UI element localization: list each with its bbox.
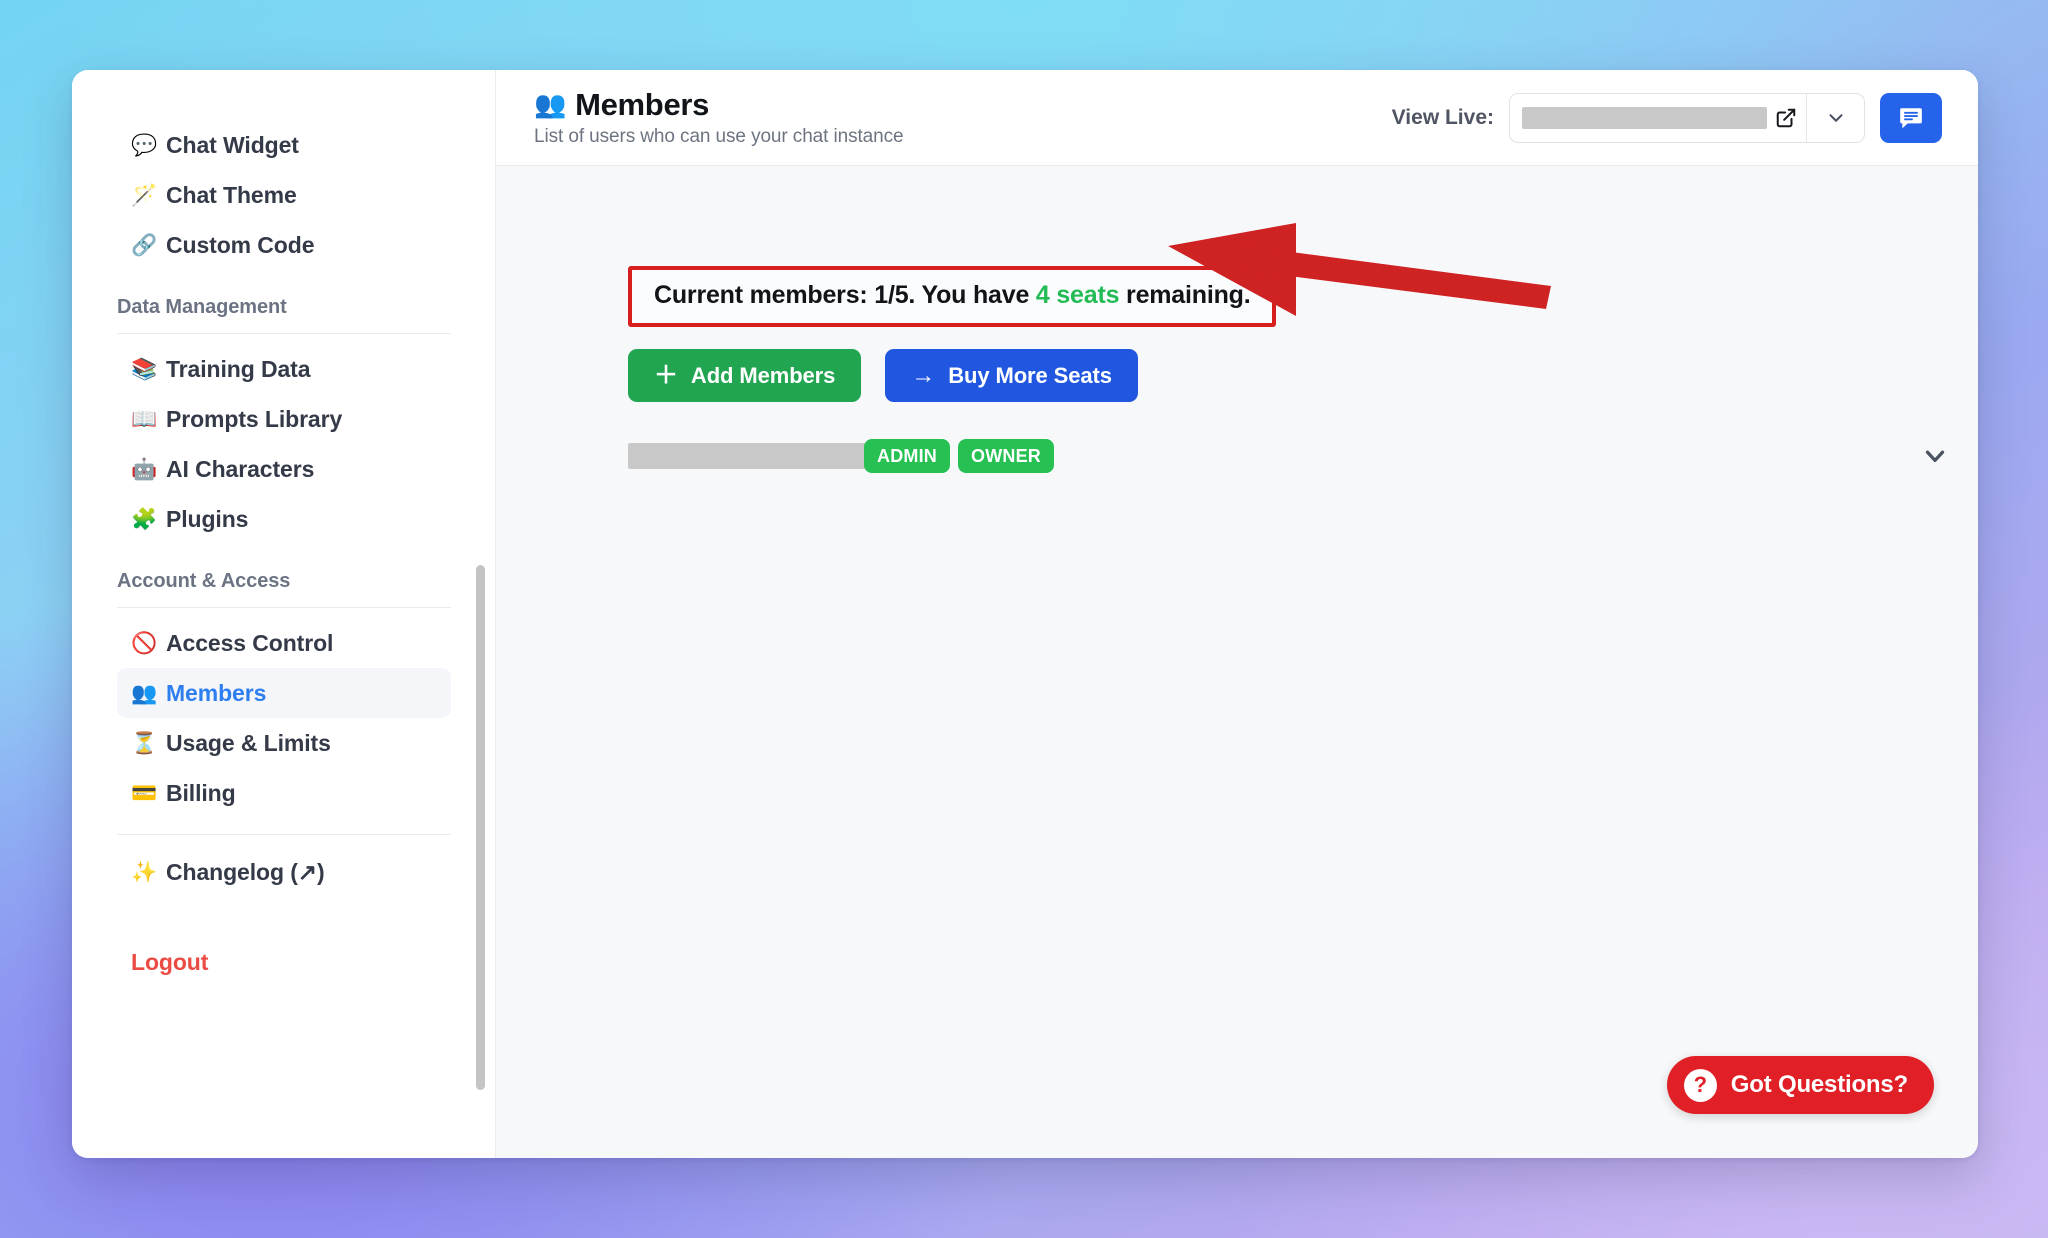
prohibited-icon: 🚫 bbox=[131, 631, 158, 655]
credit-card-icon: 💳 bbox=[131, 781, 158, 805]
hourglass-icon: ⏳ bbox=[131, 731, 158, 755]
sidebar-group-title-account-access: Account & Access bbox=[117, 570, 291, 592]
got-questions-label: Got Questions? bbox=[1730, 1071, 1908, 1098]
sidebar-scrollbar-thumb[interactable] bbox=[476, 565, 485, 1090]
page-title-text: Members bbox=[575, 86, 710, 122]
sidebar-item-chat-theme[interactable]: 🪄 Chat Theme bbox=[117, 170, 451, 220]
members-content: Current members: 1/5. You have 4 seats r… bbox=[496, 166, 1978, 1158]
sidebar-item-usage-limits[interactable]: ⏳ Usage & Limits bbox=[117, 718, 451, 768]
sidebar: 💬 Chat Widget 🪄 Chat Theme 🔗 Custom Code… bbox=[72, 70, 496, 1158]
app-window: 💬 Chat Widget 🪄 Chat Theme 🔗 Custom Code… bbox=[72, 70, 1978, 1158]
member-list-item[interactable]: ADMIN OWNER bbox=[628, 439, 1945, 473]
sidebar-item-label: Billing bbox=[166, 779, 236, 806]
arrow-right-icon: → bbox=[911, 361, 936, 389]
sidebar-item-label: Training Data bbox=[166, 355, 311, 382]
sidebar-item-access-control[interactable]: 🚫 Access Control bbox=[117, 618, 451, 668]
sidebar-item-label: Changelog (↗) bbox=[166, 858, 325, 885]
page-title: 👥 Members bbox=[534, 87, 1392, 123]
page-subtitle: List of users who can use your chat inst… bbox=[534, 126, 904, 148]
link-icon: 🔗 bbox=[131, 233, 158, 257]
speech-bubble-icon: 💬 bbox=[131, 133, 158, 157]
status-badge-admin: ADMIN bbox=[864, 439, 950, 473]
sidebar-item-label: Members bbox=[166, 679, 267, 706]
sidebar-item-chat-widget[interactable]: 💬 Chat Widget bbox=[117, 120, 451, 170]
member-expand-chevron-down-icon[interactable] bbox=[1920, 441, 1950, 471]
buy-more-seats-label: Buy More Seats bbox=[948, 362, 1112, 388]
redacted-url-value bbox=[1522, 106, 1767, 129]
sidebar-divider bbox=[117, 333, 451, 334]
sidebar-item-label: Custom Code bbox=[166, 231, 315, 258]
buy-more-seats-button[interactable]: → Buy More Seats bbox=[885, 349, 1138, 402]
sidebar-divider bbox=[117, 607, 451, 608]
got-questions-button[interactable]: ? Got Questions? bbox=[1666, 1056, 1934, 1114]
member-identity: ADMIN OWNER bbox=[628, 439, 1054, 473]
sidebar-item-ai-characters[interactable]: 🤖 AI Characters bbox=[117, 444, 451, 494]
view-live-label: View Live: bbox=[1391, 105, 1494, 129]
page-header: 👥 Members List of users who can use your… bbox=[496, 70, 1978, 166]
sidebar-item-prompts-library[interactable]: 📖 Prompts Library bbox=[117, 394, 451, 444]
sidebar-item-label: Chat Theme bbox=[166, 181, 297, 208]
sidebar-item-label: AI Characters bbox=[166, 455, 315, 482]
seats-banner-suffix: remaining. bbox=[1119, 281, 1251, 309]
page-header-actions: View Live: bbox=[1391, 92, 1942, 143]
question-mark-icon: ? bbox=[1683, 1068, 1717, 1102]
sidebar-item-billing[interactable]: 💳 Billing bbox=[117, 768, 451, 818]
sidebar-item-custom-code[interactable]: 🔗 Custom Code bbox=[117, 220, 451, 270]
people-icon: 👥 bbox=[534, 88, 567, 119]
plus-icon: ＋ bbox=[654, 361, 678, 389]
sidebar-item-changelog[interactable]: ✨ Changelog (↗) bbox=[117, 847, 451, 897]
sidebar-item-label: Usage & Limits bbox=[166, 729, 331, 756]
sidebar-scrollbar[interactable] bbox=[473, 70, 487, 1158]
page-header-text: 👥 Members List of users who can use your… bbox=[534, 87, 1392, 149]
sidebar-scroll-area: 💬 Chat Widget 🪄 Chat Theme 🔗 Custom Code… bbox=[72, 70, 496, 1158]
redacted-member-email bbox=[628, 443, 868, 469]
external-link-icon[interactable] bbox=[1775, 107, 1797, 129]
robot-icon: 🤖 bbox=[131, 457, 158, 481]
sidebar-item-label: Prompts Library bbox=[166, 405, 343, 432]
members-content-inner: Current members: 1/5. You have 4 seats r… bbox=[496, 266, 1978, 473]
open-chat-button[interactable] bbox=[1880, 92, 1942, 143]
view-live-url-field[interactable] bbox=[1510, 94, 1806, 142]
main-panel: 👥 Members List of users who can use your… bbox=[496, 70, 1978, 1158]
sidebar-group-title-data-management: Data Management bbox=[117, 296, 287, 318]
add-members-label: Add Members bbox=[690, 362, 836, 388]
logout-button[interactable]: Logout bbox=[117, 937, 451, 987]
view-live-dropdown-button[interactable] bbox=[1806, 93, 1864, 142]
view-live-url-group bbox=[1509, 92, 1865, 143]
seats-remaining-highlight: 4 seats bbox=[1035, 281, 1120, 309]
seats-status-banner: Current members: 1/5. You have 4 seats r… bbox=[628, 266, 1277, 327]
seats-banner-prefix: Current members: 1/5. You have bbox=[654, 281, 1036, 309]
status-badge-owner: OWNER bbox=[958, 439, 1054, 473]
logout-label: Logout bbox=[131, 948, 209, 975]
magic-wand-icon: 🪄 bbox=[131, 183, 158, 207]
sidebar-item-label: Access Control bbox=[166, 629, 334, 656]
sidebar-item-members[interactable]: 👥 Members bbox=[117, 668, 451, 718]
sidebar-item-label: Chat Widget bbox=[166, 131, 299, 158]
puzzle-piece-icon: 🧩 bbox=[131, 507, 158, 531]
open-book-icon: 📖 bbox=[131, 407, 158, 431]
members-action-buttons: ＋ Add Members → Buy More Seats bbox=[628, 349, 1978, 402]
add-members-button[interactable]: ＋ Add Members bbox=[628, 349, 862, 402]
sidebar-item-plugins[interactable]: 🧩 Plugins bbox=[117, 494, 451, 544]
sidebar-item-label: Plugins bbox=[166, 505, 249, 532]
sidebar-divider bbox=[117, 834, 451, 835]
sparkles-icon: ✨ bbox=[131, 860, 158, 884]
people-icon: 👥 bbox=[131, 681, 158, 705]
sidebar-item-training-data[interactable]: 📚 Training Data bbox=[117, 344, 451, 394]
books-icon: 📚 bbox=[131, 357, 158, 381]
